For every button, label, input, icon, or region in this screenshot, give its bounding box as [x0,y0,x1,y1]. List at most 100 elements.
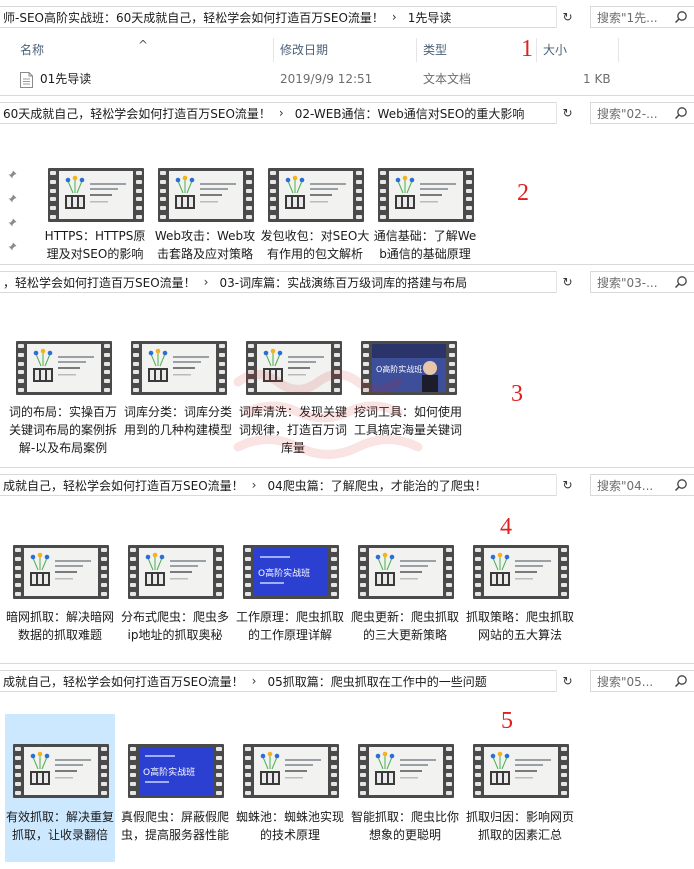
address-toolbar: 60天成就自己，轻松学会如何打造百万SEO流量！ › 02-WEB通信：Web通信对… [0,96,694,130]
address-toolbar: 师-SEO高阶实战班：60天成就自己，轻松学会如何打造百万SEO流量！ › 1先… [0,0,694,34]
search-placeholder: 搜索"02-... [597,106,658,121]
video-thumbnail [358,744,454,798]
video-thumbnail [131,341,227,395]
file-name: 通信基础：了解Web通信的基础原理 [373,229,477,261]
file-name: 发包收包：对SEO大有作用的包文解析 [260,229,370,261]
address-toolbar: ，轻松学会如何打造百万SEO流量！ › 03-词库篇：实战演练百万级词库的搭建与布局… [0,265,694,299]
file-date: 2019/9/9 12:51 [280,72,373,86]
chevron-right-icon: › [391,10,397,24]
annotation-number: 4 [500,514,512,540]
column-divider[interactable] [536,38,537,62]
file-name: 词库分类：词库分类用到的几种构建模型 [123,405,232,437]
refresh-icon[interactable]: ↻ [556,6,578,28]
refresh-icon[interactable]: ↻ [556,102,578,124]
file-name: HTTPS：HTTPS原理及对SEO的影响 [44,229,146,261]
video-file-tile[interactable]: HTTPS：HTTPS原理及对SEO的影响 [40,138,150,263]
search-input[interactable]: 搜索"02-... [590,102,694,124]
video-file-tile[interactable]: 发包收包：对SEO大有作用的包文解析 [260,138,370,263]
breadcrumb-parent[interactable]: 60天成就自己，轻松学会如何打造百万SEO流量！ [0,105,271,122]
chevron-right-icon: › [278,106,284,120]
video-thumbnail [378,168,474,222]
breadcrumb-parent[interactable]: ，轻松学会如何打造百万SEO流量！ [0,274,196,291]
breadcrumb-parent[interactable]: 成就自己，轻松学会如何打造百万SEO流量！ [0,673,244,690]
column-header: 名称 ^ 修改日期 类型 大小 [0,34,694,66]
video-thumbnail [128,545,224,599]
video-thumbnail [13,545,109,599]
video-file-tile[interactable]: 暗网抓取：解决暗网数据的抓取难题 [5,515,115,662]
breadcrumb-current[interactable]: 1先导读 [405,9,452,26]
column-size[interactable]: 大小 [543,34,567,66]
column-divider[interactable] [618,38,619,62]
thumb-title: O高阶实战班 [258,567,310,579]
file-name: 爬虫更新：爬虫抓取的三大更新策略 [350,610,459,642]
file-name: 抓取策略：爬虫抓取网站的五大算法 [465,610,574,642]
pin-icon [8,194,17,203]
search-icon [674,106,688,123]
video-thumbnail [473,744,569,798]
breadcrumb-current[interactable]: 02-WEB通信：Web通信对SEO的重大影响 [292,105,525,122]
explorer-window-2: 60天成就自己，轻松学会如何打造百万SEO流量！ › 02-WEB通信：Web通信对… [0,95,694,266]
column-type[interactable]: 类型 [423,34,447,66]
video-file-tile[interactable]: 蜘蛛池：蜘蛛池实现的技术原理 [235,714,345,862]
search-input[interactable]: 搜索"03-... [590,271,694,293]
search-placeholder: 搜索"04... [597,478,654,493]
breadcrumb-current[interactable]: 05抓取篇：爬虫抓取在工作中的一些问题 [264,673,486,690]
chevron-right-icon: › [251,674,257,688]
refresh-icon[interactable]: ↻ [556,271,578,293]
file-name: 真假爬虫：屏蔽假爬虫，提高服务器性能 [120,810,229,842]
video-thumbnail [358,545,454,599]
video-thumbnail: O高阶实战班 [128,744,224,798]
search-input[interactable]: 搜索"05... [590,670,694,692]
thumb-title: O高阶实战班 [143,766,195,778]
video-thumbnail [48,168,144,222]
video-file-tile[interactable]: 爬虫更新：爬虫抓取的三大更新策略 [350,515,460,662]
video-file-tile[interactable]: O高阶实战班真假爬虫：屏蔽假爬虫，提高服务器性能 [120,714,230,862]
file-name: 有效抓取：解决重复抓取，让收录翻倍 [5,810,114,842]
column-divider[interactable] [273,38,274,62]
video-thumbnail [473,545,569,599]
search-icon [674,275,688,292]
column-name[interactable]: 名称 [20,34,44,66]
video-file-tile[interactable]: 词库分类：词库分类用到的几种构建模型 [123,311,233,469]
sort-up-icon: ^ [138,38,149,52]
search-icon [674,478,688,495]
video-file-tile[interactable]: 抓取归因：影响网页抓取的因素汇总 [465,714,575,862]
address-bar[interactable]: 师-SEO高阶实战班：60天成就自己，轻松学会如何打造百万SEO流量！ › 1先… [0,6,578,28]
refresh-icon[interactable]: ↻ [556,670,578,692]
video-file-tile[interactable]: 有效抓取：解决重复抓取，让收录翻倍 [5,714,115,862]
address-bar[interactable]: 60天成就自己，轻松学会如何打造百万SEO流量！ › 02-WEB通信：Web通信对… [0,102,578,124]
annotation-number: 2 [517,180,529,206]
refresh-icon[interactable]: ↻ [556,474,578,496]
file-name: 蜘蛛池：蜘蛛池实现的技术原理 [235,810,344,842]
video-file-tile[interactable]: 通信基础：了解Web通信的基础原理 [370,138,480,263]
breadcrumb-parent[interactable]: 师-SEO高阶实战班：60天成就自己，轻松学会如何打造百万SEO流量！ [0,9,384,26]
file-name: Web攻击：Web攻击套路及应对策略 [154,229,256,261]
file-name: 01先导读 [40,72,92,86]
explorer-window-1: 师-SEO高阶实战班：60天成就自己，轻松学会如何打造百万SEO流量！ › 1先… [0,0,694,96]
column-date[interactable]: 修改日期 [280,34,328,66]
annotation-number: 1 [521,36,533,62]
search-input[interactable]: 搜索"1先... [590,6,694,28]
address-bar[interactable]: ，轻松学会如何打造百万SEO流量！ › 03-词库篇：实战演练百万级词库的搭建与布局 [0,271,578,293]
video-file-tile[interactable]: 抓取策略：爬虫抓取网站的五大算法 [465,515,575,662]
video-file-tile[interactable]: 智能抓取：爬虫比你想象的更聪明 [350,714,460,862]
address-bar[interactable]: 成就自己，轻松学会如何打造百万SEO流量！ › 05抓取篇：爬虫抓取在工作中的一些问… [0,670,578,692]
file-name: 暗网抓取：解决暗网数据的抓取难题 [5,610,114,642]
video-file-tile[interactable]: O高阶实战班 工作原理：爬虫抓取的工作原理详解 [235,515,345,662]
column-divider[interactable] [416,38,417,62]
search-icon [674,10,688,27]
explorer-window-4: 成就自己，轻松学会如何打造百万SEO流量！ › 04爬虫篇：了解爬虫，才能治的了爬虫… [0,467,694,664]
address-toolbar: 成就自己，轻松学会如何打造百万SEO流量！ › 05抓取篇：爬虫抓取在工作中的一些问… [0,664,694,698]
pin-icon [8,242,17,251]
breadcrumb-current[interactable]: 03-词库篇：实战演练百万级词库的搭建与布局 [216,274,467,291]
breadcrumb-parent[interactable]: 成就自己，轻松学会如何打造百万SEO流量！ [0,477,244,494]
video-thumbnail [268,168,364,222]
file-name: 智能抓取：爬虫比你想象的更聪明 [350,810,459,842]
video-thumbnail [243,744,339,798]
video-file-tile[interactable]: 词的布局：实操百万关键词布局的案例拆解-以及布局案例 [8,311,118,469]
video-thumbnail [158,168,254,222]
video-file-tile[interactable]: Web攻击：Web攻击套路及应对策略 [150,138,260,263]
search-input[interactable]: 搜索"04... [590,474,694,496]
video-file-tile[interactable]: 分布式爬虫：爬虫多ip地址的抓取奥秘 [120,515,230,662]
file-row[interactable]: 01先导读 2019/9/9 12:51 文本文档 1 KB [0,66,694,92]
